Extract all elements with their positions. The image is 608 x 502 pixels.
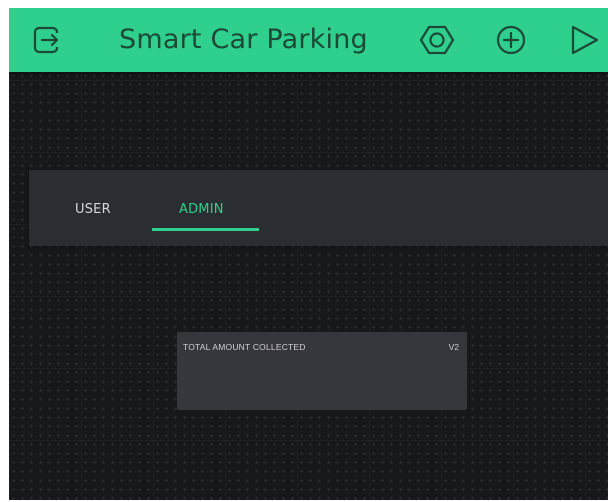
active-tab-indicator — [152, 228, 259, 231]
add-widget-button[interactable] — [493, 22, 529, 58]
widget-pin-label: V2 — [448, 342, 459, 352]
top-bar: Smart Car Parking — [9, 8, 608, 72]
app-title: Smart Car Parking — [119, 24, 368, 55]
plus-circle-icon — [496, 25, 526, 55]
widget-label: TOTAL AMOUNT COLLECTED — [183, 342, 306, 352]
play-icon — [571, 25, 599, 55]
settings-button[interactable] — [419, 22, 455, 58]
tab-admin[interactable]: ADMIN — [179, 202, 224, 217]
play-button[interactable] — [565, 22, 601, 58]
tab-bar: USER ADMIN — [29, 170, 608, 246]
exit-icon — [33, 26, 59, 54]
total-amount-widget[interactable]: TOTAL AMOUNT COLLECTED V2 — [177, 332, 467, 410]
app-screen: Smart Car Parking USER ADMIN TOTAL AMOUN… — [9, 8, 608, 500]
exit-button[interactable] — [29, 22, 65, 58]
hexagon-settings-icon — [419, 25, 455, 55]
tab-user[interactable]: USER — [75, 202, 111, 217]
